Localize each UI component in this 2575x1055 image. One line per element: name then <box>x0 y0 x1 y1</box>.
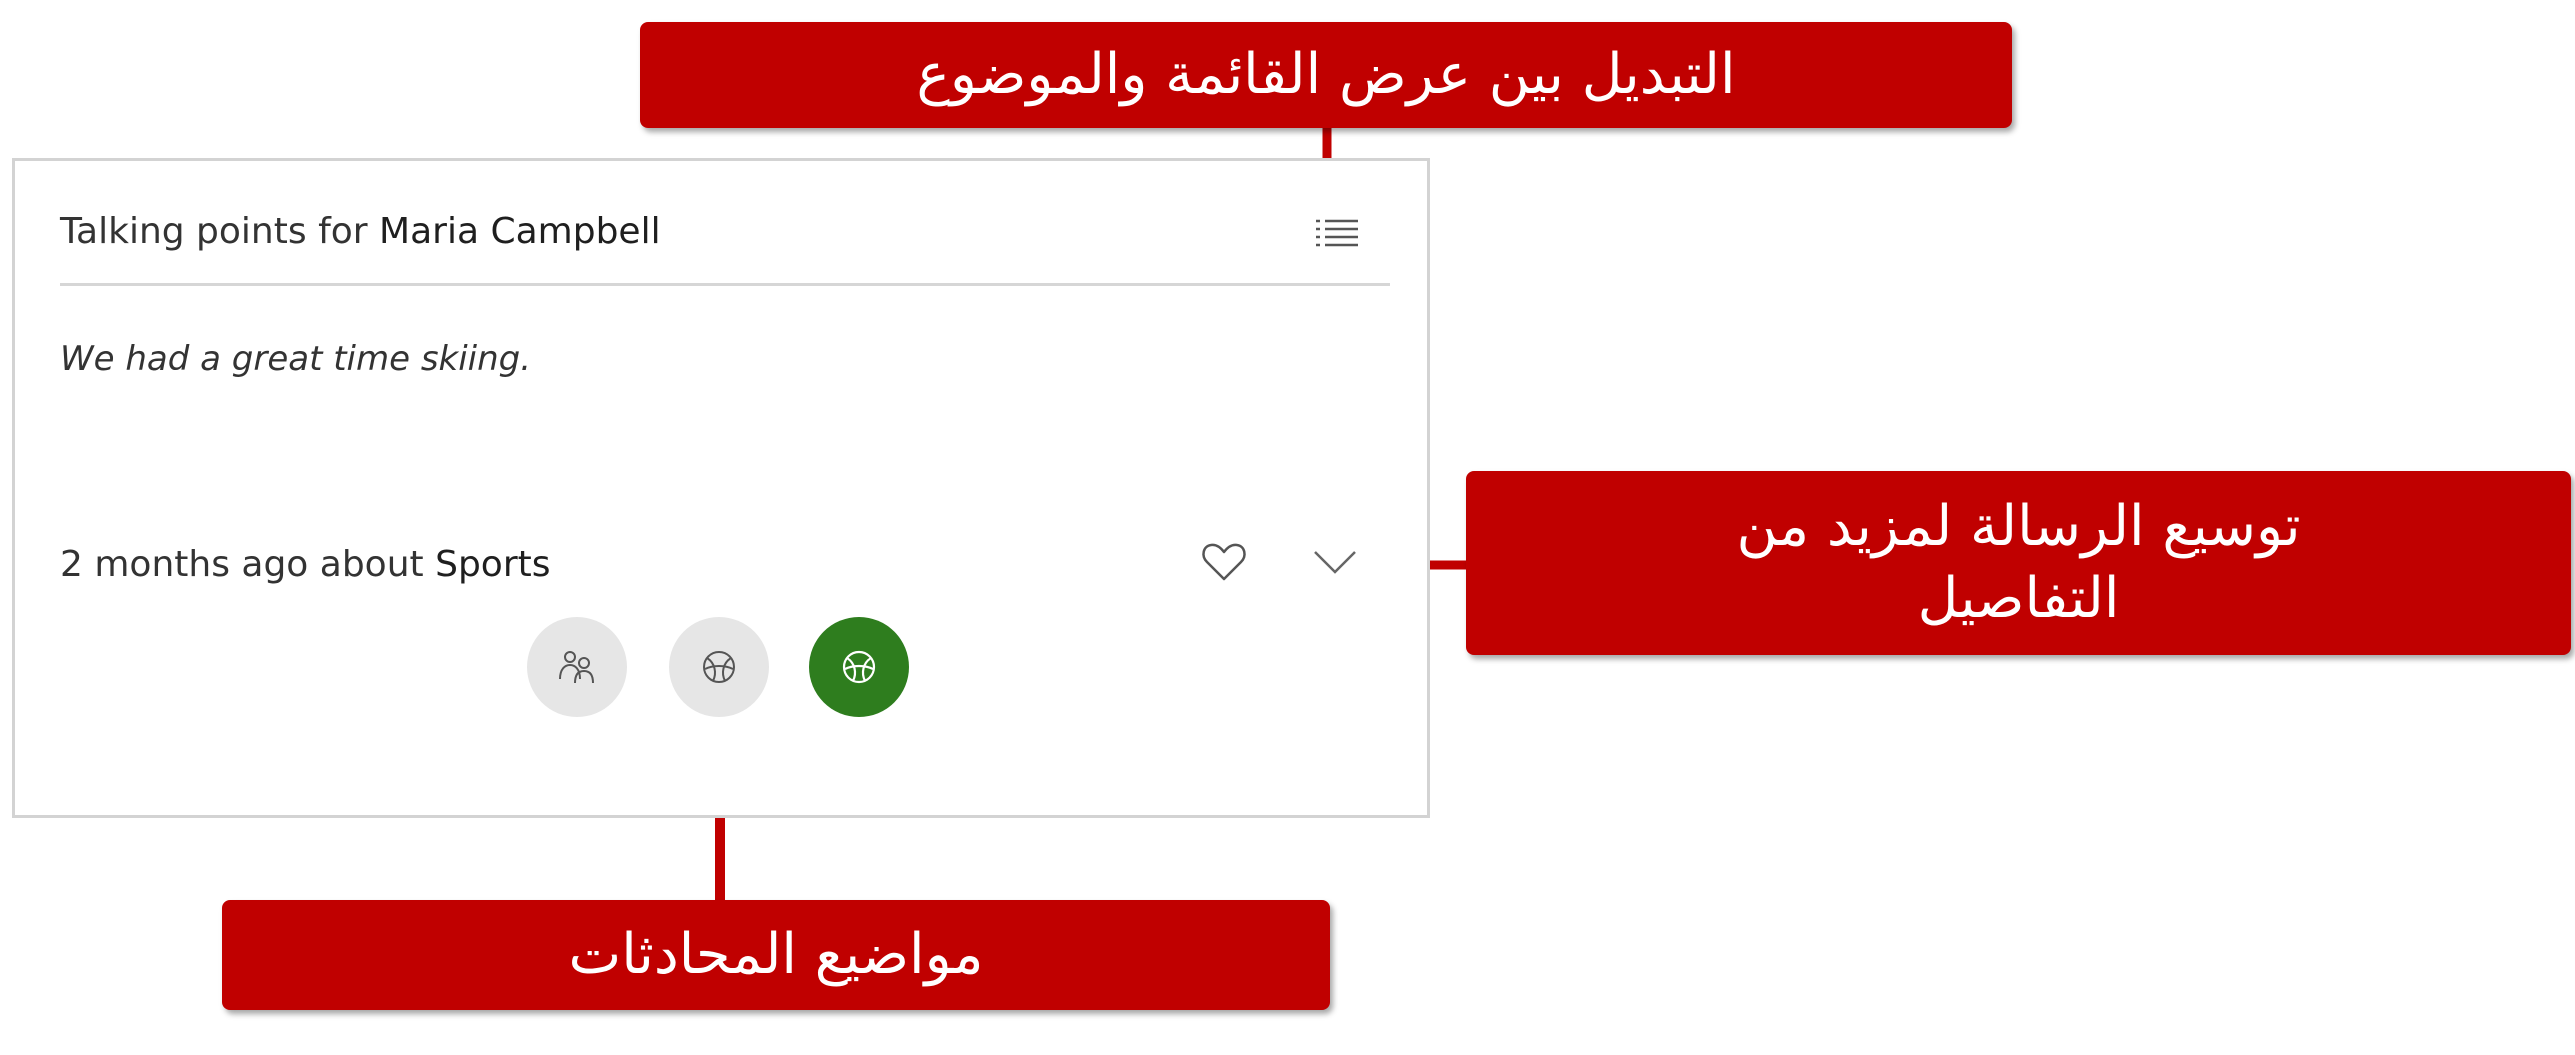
sports-ball-icon <box>703 651 735 683</box>
list-view-toggle-button[interactable] <box>1314 215 1360 255</box>
chevron-down-icon <box>1314 551 1356 574</box>
time-ago: 2 months ago about <box>60 544 424 585</box>
topic-sports-button[interactable] <box>669 617 769 717</box>
people-icon <box>559 651 594 684</box>
contact-name: Maria Campbell <box>379 211 661 252</box>
topic-sports-active-button[interactable] <box>809 617 909 717</box>
topic-name: Sports <box>435 544 551 585</box>
expand-message-button[interactable] <box>1311 546 1359 578</box>
annotation-toggle-view: التبديل بين عرض القائمة والموضوع <box>640 22 2012 128</box>
annotation-conversation-topics: مواضيع المحادثات <box>222 900 1330 1010</box>
title-prefix: Talking points for <box>60 211 368 252</box>
topic-people-button[interactable] <box>527 617 627 717</box>
like-button[interactable] <box>1201 541 1247 583</box>
list-icon <box>1316 219 1358 247</box>
annotation-expand-message: توسيع الرسالة لمزيد من التفاصيل <box>1466 471 2571 655</box>
sports-ball-icon <box>842 650 876 684</box>
conversation-topics <box>527 617 937 717</box>
talking-point-meta: 2 months ago about Sports <box>60 544 551 585</box>
card-header: Talking points for Maria Campbell <box>60 201 1390 286</box>
annotation-expand-line2: التفاصيل <box>1917 566 2120 631</box>
talking-points-card: Talking points for Maria Campbell We had… <box>12 158 1430 818</box>
card-title: Talking points for Maria Campbell <box>60 211 661 252</box>
talking-point-message: We had a great time skiing. <box>60 339 532 379</box>
annotation-expand-line1: توسيع الرسالة لمزيد من <box>1736 494 2301 559</box>
heart-outline-icon <box>1202 543 1246 581</box>
